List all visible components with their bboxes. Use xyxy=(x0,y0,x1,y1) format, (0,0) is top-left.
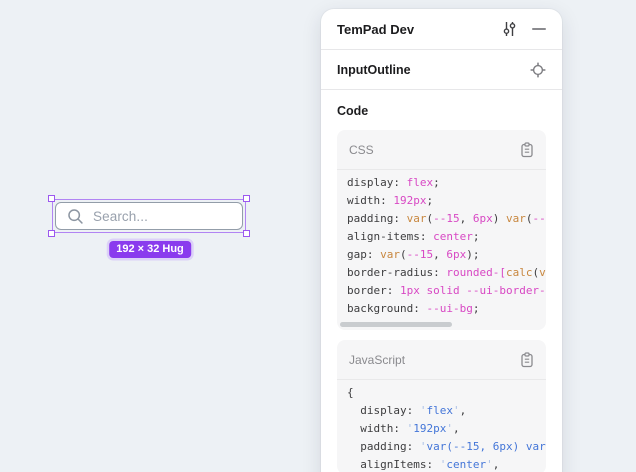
selection-handle-bottom-left[interactable] xyxy=(48,230,55,237)
selection-handle-top-right[interactable] xyxy=(243,195,250,202)
locate-component-button[interactable] xyxy=(530,62,546,78)
css-code-card: CSS display: flex;width: 192px;padding: … xyxy=(337,130,546,330)
minimize-button[interactable] xyxy=(532,27,546,31)
tempad-dev-panel: TemPad Dev xyxy=(321,9,562,472)
settings-sliders-button[interactable] xyxy=(502,21,517,37)
javascript-card-header: JavaScript xyxy=(337,340,546,380)
copy-css-button[interactable] xyxy=(520,142,534,158)
sliders-icon xyxy=(502,21,517,37)
javascript-card-label: JavaScript xyxy=(349,353,405,367)
javascript-code-card: JavaScript { display: 'flex', width: '19… xyxy=(337,340,546,472)
copy-icon xyxy=(520,352,534,368)
css-card-header: CSS xyxy=(337,130,546,170)
selected-component-row: InputOutline xyxy=(321,50,562,90)
code-section: Code CSS display: flex;width: 192px xyxy=(321,90,562,472)
css-horizontal-scrollbar[interactable] xyxy=(337,318,546,330)
selection-handle-top-left[interactable] xyxy=(48,195,55,202)
selection-size-badge: 192 × 32 Hug xyxy=(109,241,191,258)
css-scrollbar-thumb[interactable] xyxy=(340,322,452,327)
copy-icon xyxy=(520,142,534,158)
css-code: display: flex;width: 192px;padding: var(… xyxy=(337,170,546,318)
locate-icon xyxy=(530,62,546,78)
copy-javascript-button[interactable] xyxy=(520,352,534,368)
panel-title: TemPad Dev xyxy=(337,22,414,37)
selection-outline xyxy=(52,199,246,233)
css-card-label: CSS xyxy=(349,143,374,157)
selection-handle-bottom-right[interactable] xyxy=(243,230,250,237)
code-section-title: Code xyxy=(337,104,546,118)
component-name: InputOutline xyxy=(337,63,411,77)
minimize-icon xyxy=(532,27,546,31)
panel-header: TemPad Dev xyxy=(321,9,562,50)
javascript-code: { display: 'flex', width: '192px', paddi… xyxy=(337,380,546,472)
